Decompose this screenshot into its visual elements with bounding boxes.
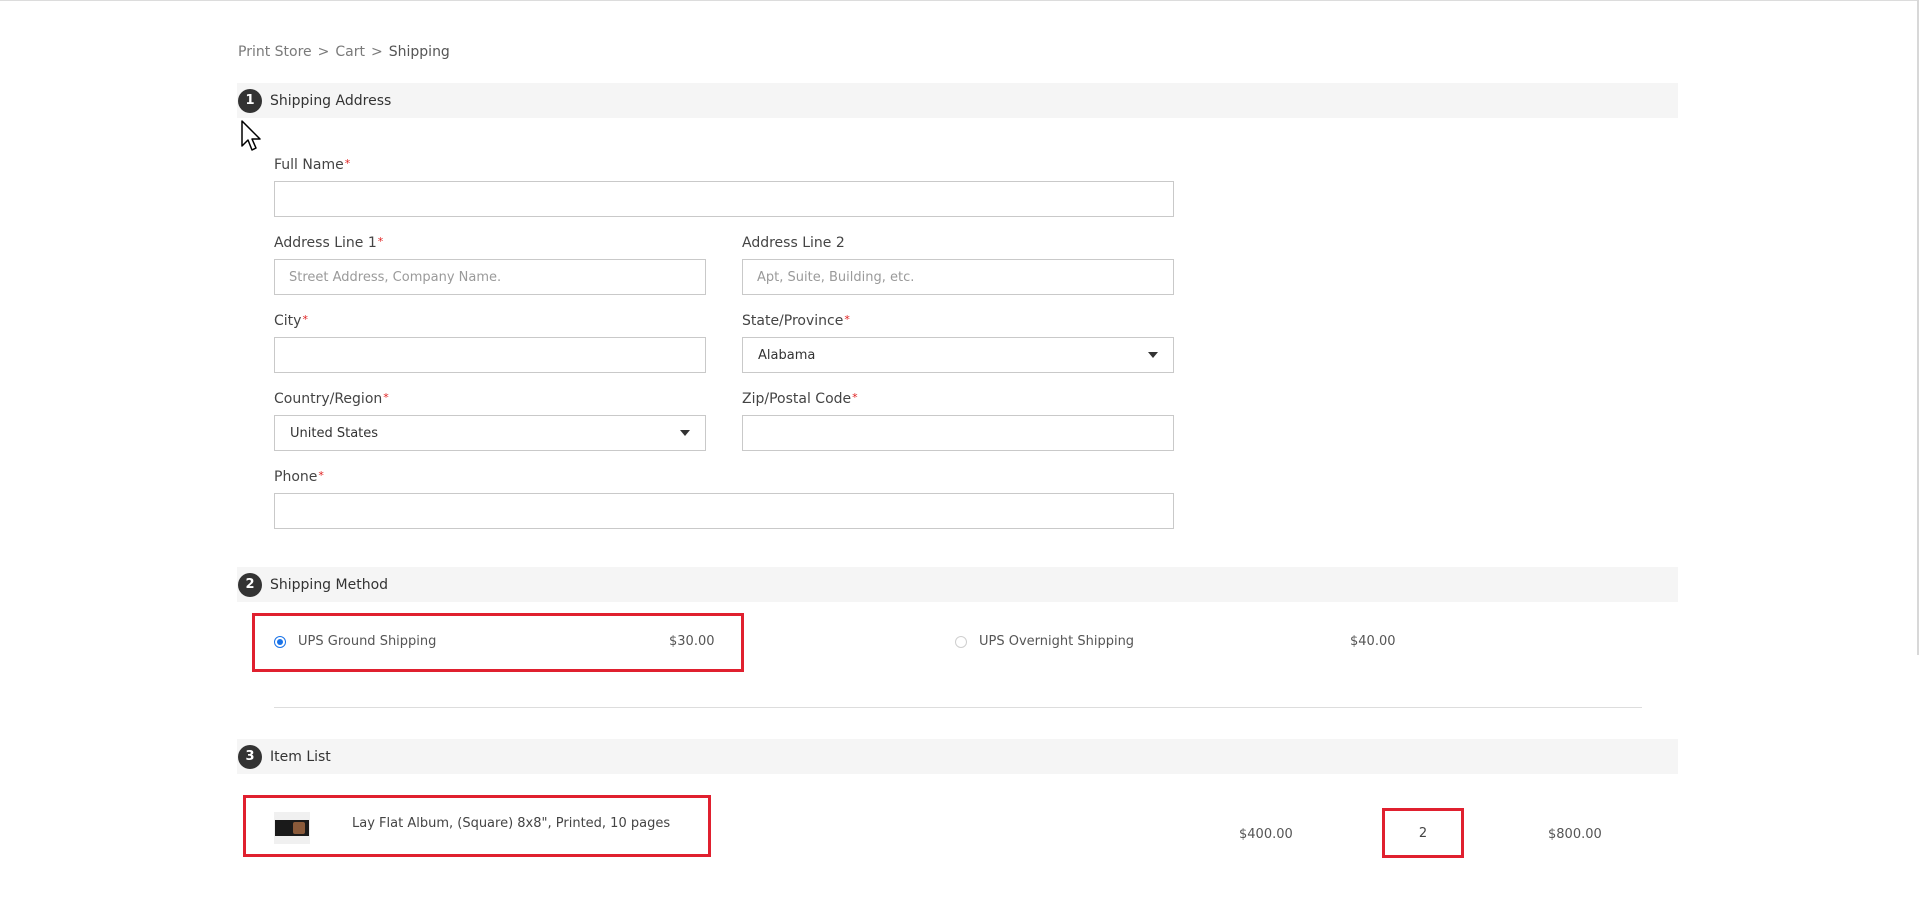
shipping-option-ground[interactable]: UPS Ground Shipping [274,634,436,649]
zip-label: Zip/Postal Code* [742,391,858,407]
chevron-right-icon: > [317,44,330,60]
phone-label: Phone* [274,469,324,485]
required-marker: * [852,391,858,404]
step-badge-2: 2 [238,572,262,597]
required-marker: * [383,391,389,404]
address-line-2-input[interactable] [742,259,1174,295]
zip-label-text: Zip/Postal Code [742,391,852,407]
top-border [0,0,1919,1]
divider [274,707,1642,708]
state-selected-value: Alabama [758,347,816,363]
breadcrumb: Print Store > Cart > Shipping [238,44,450,60]
breadcrumb-print-store[interactable]: Print Store [238,44,312,60]
item-total: $800.00 [1548,827,1602,842]
full-name-label-text: Full Name [274,157,344,173]
caret-down-icon [680,430,690,436]
address-line-1-label-text: Address Line 1 [274,235,377,251]
radio-icon[interactable] [274,635,286,648]
section-title: Shipping Address [270,92,392,109]
address-line-2-label: Address Line 2 [742,235,845,251]
state-label: State/Province* [742,313,850,329]
city-input[interactable] [274,337,706,373]
full-name-input[interactable] [274,181,1174,217]
section-title: Shipping Method [270,576,389,593]
shipping-price: $30.00 [669,634,715,649]
shipping-address-header: 1 Shipping Address [237,83,1678,118]
shipping-option-overnight[interactable]: UPS Overnight Shipping [955,634,1134,649]
full-name-label: Full Name* [274,157,350,173]
breadcrumb-current: Shipping [388,44,450,60]
state-label-text: State/Province [742,313,844,329]
shipping-price: $40.00 [1350,634,1396,649]
breadcrumb-cart[interactable]: Cart [335,44,365,60]
item-unit-price: $400.00 [1239,827,1293,842]
zip-input[interactable] [742,415,1174,451]
caret-down-icon [1148,352,1158,358]
address-line-1-label: Address Line 1* [274,235,383,251]
required-marker: * [844,313,850,326]
required-marker: * [302,313,308,326]
country-select[interactable]: United States [274,415,706,451]
quantity-field[interactable]: 2 [1382,808,1464,858]
city-label-text: City [274,313,302,329]
shipping-option-label: UPS Overnight Shipping [979,634,1135,649]
country-label: Country/Region* [274,391,389,407]
shipping-method-header: 2 Shipping Method [237,567,1678,602]
required-marker: * [377,235,384,248]
state-select[interactable]: Alabama [742,337,1174,373]
radio-icon[interactable] [955,635,967,648]
country-selected-value: United States [290,425,379,441]
item-list-header: 3 Item List [237,739,1678,774]
required-marker: * [344,157,351,170]
chevron-right-icon: > [371,44,383,60]
section-title: Item List [270,748,331,765]
cursor-icon [241,120,261,151]
city-label: City* [274,313,308,329]
item-name[interactable]: Lay Flat Album, (Square) 8x8", Printed, … [352,816,670,831]
phone-input[interactable] [274,493,1174,529]
shipping-option-label: UPS Ground Shipping [298,634,437,649]
product-thumbnail[interactable] [274,812,310,844]
required-marker: * [318,469,324,482]
step-badge-3: 3 [238,744,262,769]
address-line-2-label-text: Address Line 2 [742,235,845,251]
product-image [275,820,309,836]
address-line-1-input[interactable] [274,259,706,295]
phone-label-text: Phone [274,469,318,485]
country-label-text: Country/Region [274,391,383,407]
step-badge-1: 1 [238,88,262,113]
